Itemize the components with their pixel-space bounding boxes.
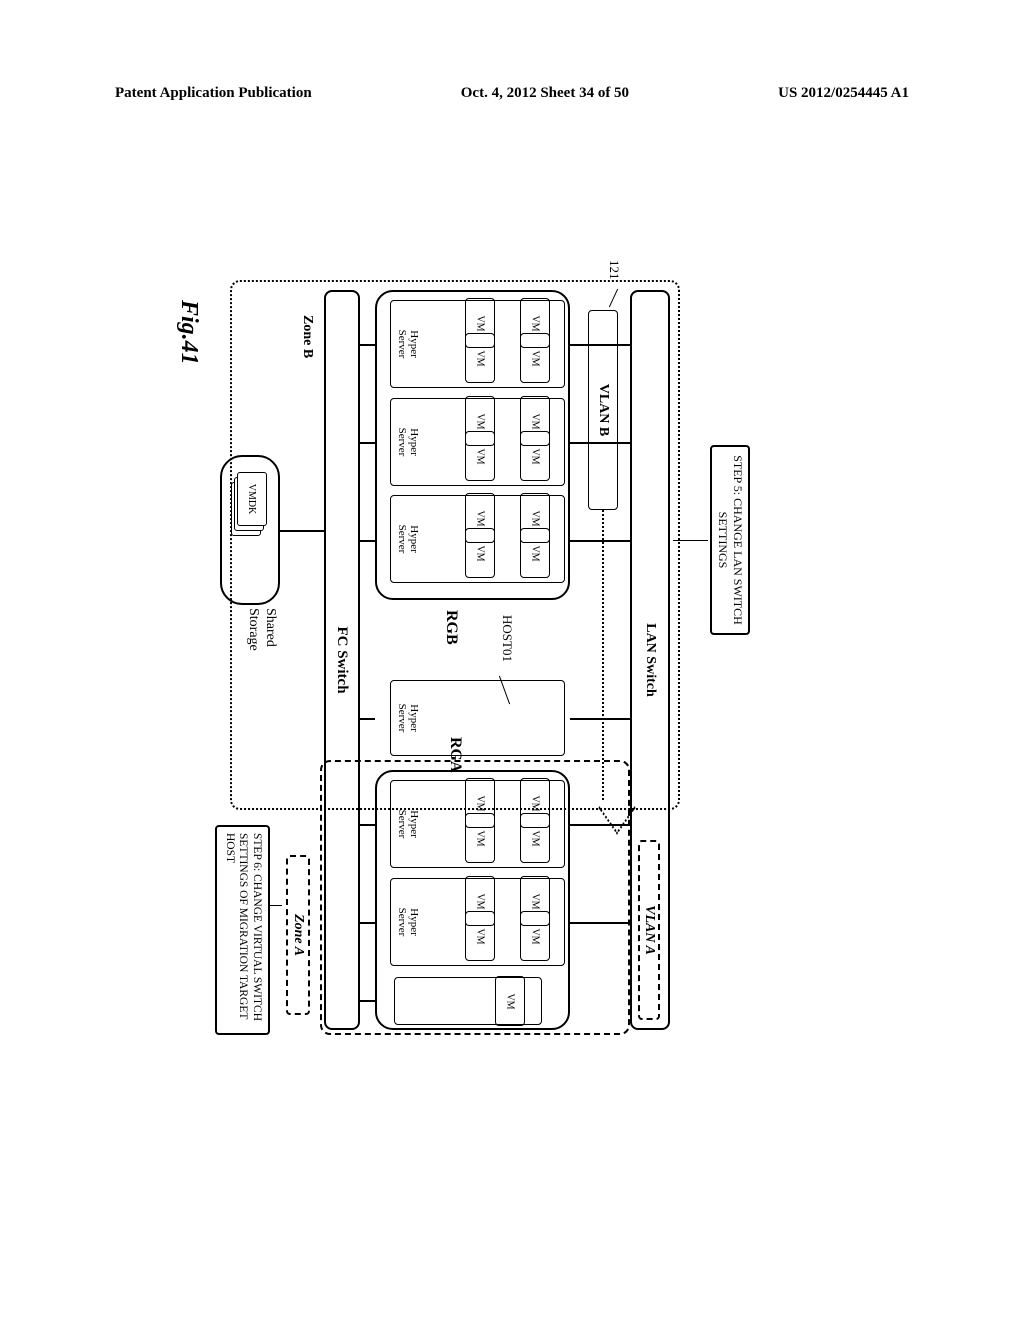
- diagram: STEP 5: CHANGE LAN SWITCH SETTINGS LAN S…: [230, 280, 710, 1040]
- vmdk-stack: VMDK: [231, 472, 267, 534]
- header-center: Oct. 4, 2012 Sheet 34 of 50: [461, 85, 629, 102]
- connector-line: [570, 922, 630, 924]
- hyper-server-host01: HyperServer: [390, 680, 565, 756]
- step6-callout: STEP 6: CHANGE VIRTUAL SWITCH SETTINGS O…: [215, 825, 270, 1035]
- connector-line: [360, 718, 375, 720]
- vmdk-disk-icon: VMDK: [237, 472, 267, 526]
- vm-box: VM: [520, 431, 550, 481]
- step5-connector: [673, 540, 708, 580]
- vm-box: VM: [520, 333, 550, 383]
- connector-line: [570, 442, 630, 444]
- hyper-server-label: HyperServer: [396, 399, 420, 485]
- header-left: Patent Application Publication: [115, 85, 312, 102]
- vm-box: VM: [520, 911, 550, 961]
- header-right: US 2012/0254445 A1: [778, 85, 909, 102]
- vm-box: VM: [465, 528, 495, 578]
- vm-box: VM: [465, 911, 495, 961]
- connector-line: [360, 540, 375, 542]
- vm-box: VM: [465, 333, 495, 383]
- vm-box: VM: [465, 431, 495, 481]
- vm-box: VM: [495, 976, 525, 1026]
- vm-box: VM: [465, 813, 495, 863]
- diagram-container: STEP 5: CHANGE LAN SWITCH SETTINGS LAN S…: [90, 420, 850, 900]
- connector-line: [360, 922, 375, 924]
- host01-label: HOST01: [499, 615, 515, 662]
- connector-line: [570, 540, 630, 542]
- step5-callout: STEP 5: CHANGE LAN SWITCH SETTINGS: [710, 445, 750, 635]
- page-header: Patent Application Publication Oct. 4, 2…: [0, 85, 1024, 102]
- connector-line: [360, 344, 375, 346]
- connector-line: [570, 344, 630, 346]
- migration-arrow-body: [602, 510, 632, 800]
- hyper-server-label: HyperServer: [396, 879, 420, 965]
- page: Patent Application Publication Oct. 4, 2…: [0, 0, 1024, 1320]
- hyper-server-label: HyperServer: [396, 496, 420, 582]
- hyper-server-label: HyperServer: [396, 681, 420, 755]
- connector-line: [570, 824, 630, 826]
- hyper-server-label: HyperServer: [396, 301, 420, 387]
- shared-storage-label: Shared Storage: [244, 608, 278, 651]
- fc-switch-box: FC Switch: [324, 290, 360, 1030]
- hyper-server-label: HyperServer: [396, 781, 420, 867]
- connector-line: [360, 824, 375, 826]
- zone-a-box: Zone A: [286, 855, 310, 1015]
- connector-line: [360, 1000, 375, 1002]
- connector-line: [280, 530, 324, 532]
- vm-box: VM: [520, 528, 550, 578]
- figure-label: Fig.41: [175, 300, 202, 365]
- vlan-b-box: VLAN B: [588, 310, 618, 510]
- zone-b-label: Zone B: [293, 315, 315, 395]
- rgb-label: RGB: [442, 610, 460, 645]
- vlan-a-box: VLAN A: [638, 840, 660, 1020]
- connector-line: [570, 718, 630, 720]
- vm-box: VM: [520, 813, 550, 863]
- label-121: 121: [606, 260, 622, 280]
- connector-line: [360, 442, 375, 444]
- step6-connector: [270, 905, 282, 907]
